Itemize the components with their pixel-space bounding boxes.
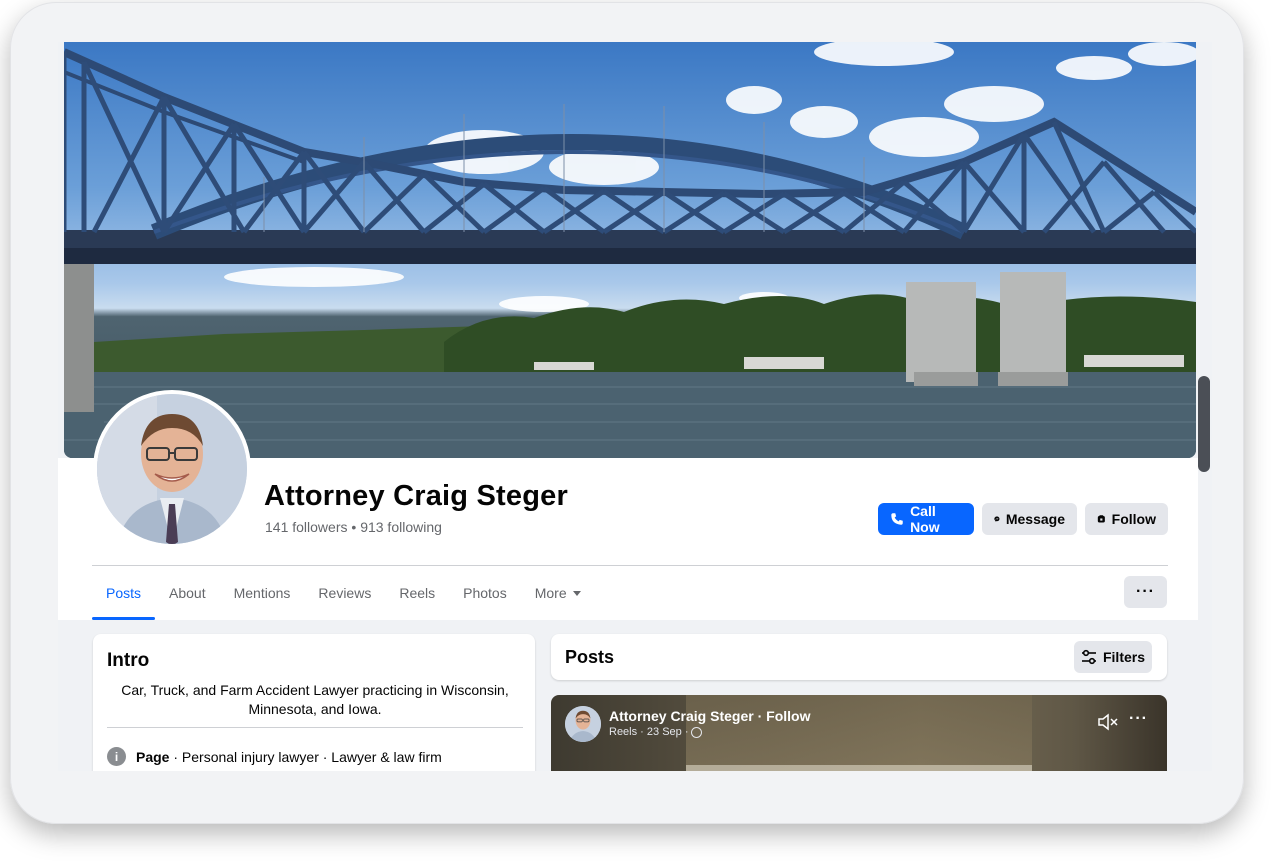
reel-video-frame[interactable]	[686, 695, 1032, 771]
browser-viewport: Attorney Craig Steger 141 followers • 91…	[58, 42, 1212, 771]
muted-speaker-icon[interactable]	[1097, 712, 1119, 732]
tab-posts[interactable]: Posts	[92, 566, 156, 620]
post-author-avatar[interactable]	[565, 706, 601, 742]
filters-button[interactable]: Filters	[1074, 641, 1152, 673]
bridge-scene	[64, 42, 1196, 458]
follow-button[interactable]: Follow	[1085, 503, 1168, 535]
profile-header: Attorney Craig Steger 141 followers • 91…	[58, 390, 1198, 620]
caret-down-icon	[572, 591, 581, 596]
cover-photo[interactable]	[64, 42, 1196, 458]
more-options-button[interactable]: ···	[1124, 576, 1167, 608]
filters-label: Filters	[1102, 649, 1145, 665]
profile-avatar[interactable]	[93, 390, 251, 548]
posts-header-card: Posts Filters	[551, 634, 1167, 680]
page-label: Page	[136, 748, 170, 765]
reel-post[interactable]: Attorney Craig Steger · Follow Reels · 2…	[551, 695, 1167, 771]
posts-title: Posts	[565, 647, 615, 667]
tab-label: Reels	[399, 585, 436, 601]
followers-link[interactable]: 141 followers	[265, 519, 348, 535]
tab-label: Photos	[463, 585, 507, 601]
tab-about[interactable]: About	[155, 566, 220, 620]
tab-label: Posts	[106, 585, 142, 601]
messenger-icon	[994, 516, 1000, 522]
call-now-button[interactable]: Call Now	[878, 503, 974, 535]
intro-bio: Car, Truck, and Farm Accident Lawyer pra…	[121, 682, 509, 717]
phone-icon	[891, 513, 903, 525]
tab-label: More	[534, 585, 567, 601]
tab-more[interactable]: More	[521, 566, 595, 620]
tab-reviews[interactable]: Reviews	[304, 566, 385, 620]
tab-mentions[interactable]: Mentions	[220, 566, 305, 620]
tab-photos[interactable]: Photos	[449, 566, 521, 620]
profile-photo	[97, 394, 247, 544]
message-label: Message	[1005, 511, 1065, 527]
profile-name: Attorney Craig Steger	[264, 480, 568, 512]
tablet-frame: Attorney Craig Steger 141 followers • 91…	[10, 2, 1244, 824]
post-author-name[interactable]: Attorney Craig Steger · Follow	[609, 708, 810, 724]
tab-label: Reviews	[318, 585, 372, 601]
tab-label: Mentions	[233, 585, 291, 601]
author-photo	[565, 706, 601, 742]
scrollbar-track[interactable]	[1198, 42, 1212, 771]
page-category: i Page · Personal injury lawyer · Lawyer…	[107, 747, 442, 766]
message-button[interactable]: Message	[982, 503, 1077, 535]
tab-label: About	[169, 585, 206, 601]
intro-title: Intro	[107, 650, 150, 671]
stats-separator: •	[351, 519, 357, 535]
follow-stats: 141 followers • 913 following	[265, 519, 442, 535]
profile-tabs: Posts About Mentions Reviews Reels Photo…	[92, 566, 595, 620]
intro-card: Intro Car, Truck, and Farm Accident Lawy…	[93, 634, 535, 771]
page-category-text: · Personal injury lawyer · Lawyer & law …	[169, 748, 442, 765]
post-meta-text: Reels · 23 Sep ·	[609, 726, 689, 738]
info-icon: i	[107, 747, 126, 766]
intro-divider	[107, 727, 523, 728]
scrollbar-thumb[interactable]	[1198, 376, 1210, 472]
sliders-icon	[1081, 649, 1096, 665]
post-meta: Reels · 23 Sep ·	[609, 726, 703, 738]
follow-label: Follow	[1111, 511, 1156, 527]
globe-icon	[691, 726, 703, 738]
follow-icon	[1097, 515, 1105, 523]
following-link[interactable]: 913 following	[360, 519, 442, 535]
post-more-button[interactable]: ···	[1129, 710, 1148, 728]
call-now-label: Call Now	[910, 503, 940, 535]
tab-reels[interactable]: Reels	[385, 566, 449, 620]
